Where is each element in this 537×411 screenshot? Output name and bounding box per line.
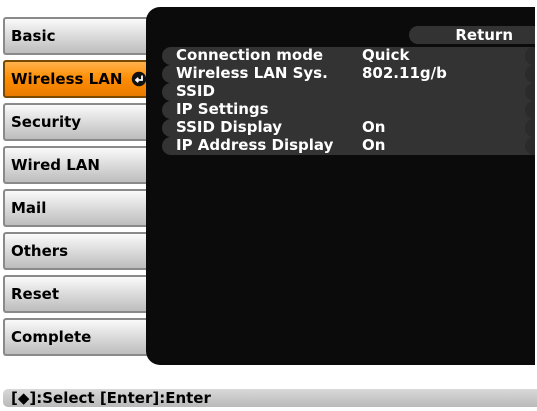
row-edge bbox=[525, 119, 535, 137]
setting-ssid[interactable]: SSID bbox=[162, 83, 535, 101]
tab-label: Wired LAN bbox=[11, 156, 100, 174]
setting-ip-settings[interactable]: IP Settings bbox=[162, 101, 535, 119]
setting-value: 802.11g/b bbox=[362, 64, 447, 82]
enter-icon bbox=[131, 71, 147, 87]
setting-label: Wireless LAN Sys. bbox=[176, 64, 328, 82]
key-help-bar: [◆]:Select [Enter]:Enter bbox=[3, 389, 537, 407]
tab-label: Basic bbox=[11, 27, 56, 45]
setting-wireless-lan-sys[interactable]: Wireless LAN Sys. 802.11g/b bbox=[162, 65, 535, 83]
setting-value: On bbox=[362, 136, 386, 154]
tab-label: Mail bbox=[11, 199, 47, 217]
row-edge bbox=[525, 137, 535, 155]
setting-label: SSID bbox=[176, 82, 215, 100]
tab-wireless-lan[interactable]: Wireless LAN bbox=[3, 60, 153, 98]
tab-reset[interactable]: Reset bbox=[3, 275, 153, 313]
setting-ip-address-display[interactable]: IP Address Display On bbox=[162, 137, 535, 155]
tab-basic[interactable]: Basic bbox=[3, 17, 153, 55]
setting-value: Quick bbox=[362, 46, 410, 64]
settings-panel: Return Connection mode Quick Wireless LA… bbox=[146, 7, 535, 365]
tab-label: Reset bbox=[11, 285, 59, 303]
setting-label: Connection mode bbox=[176, 46, 324, 64]
tab-others[interactable]: Others bbox=[3, 232, 153, 270]
setting-value: On bbox=[362, 118, 386, 136]
tab-label: Security bbox=[11, 113, 82, 131]
row-edge bbox=[525, 101, 535, 119]
key-help-text: [◆]:Select [Enter]:Enter bbox=[11, 389, 211, 407]
tab-label: Complete bbox=[11, 328, 92, 346]
setting-connection-mode[interactable]: Connection mode Quick bbox=[162, 47, 535, 65]
row-edge bbox=[525, 65, 535, 83]
setting-label: IP Address Display bbox=[176, 136, 334, 154]
tab-label: Others bbox=[11, 242, 69, 260]
tab-list: Basic Wireless LAN Security Wired LAN Ma… bbox=[0, 15, 156, 363]
setting-label: SSID Display bbox=[176, 118, 283, 136]
row-edge bbox=[525, 83, 535, 101]
tab-wired-lan[interactable]: Wired LAN bbox=[3, 146, 153, 184]
return-button[interactable]: Return bbox=[409, 26, 535, 44]
setting-ssid-display[interactable]: SSID Display On bbox=[162, 119, 535, 137]
tab-mail[interactable]: Mail bbox=[3, 189, 153, 227]
tab-complete[interactable]: Complete bbox=[3, 318, 153, 356]
tab-label: Wireless LAN bbox=[11, 70, 123, 88]
tab-security[interactable]: Security bbox=[3, 103, 153, 141]
row-edge bbox=[525, 47, 535, 65]
setting-label: IP Settings bbox=[176, 100, 269, 118]
settings-list: Connection mode Quick Wireless LAN Sys. … bbox=[162, 47, 535, 155]
